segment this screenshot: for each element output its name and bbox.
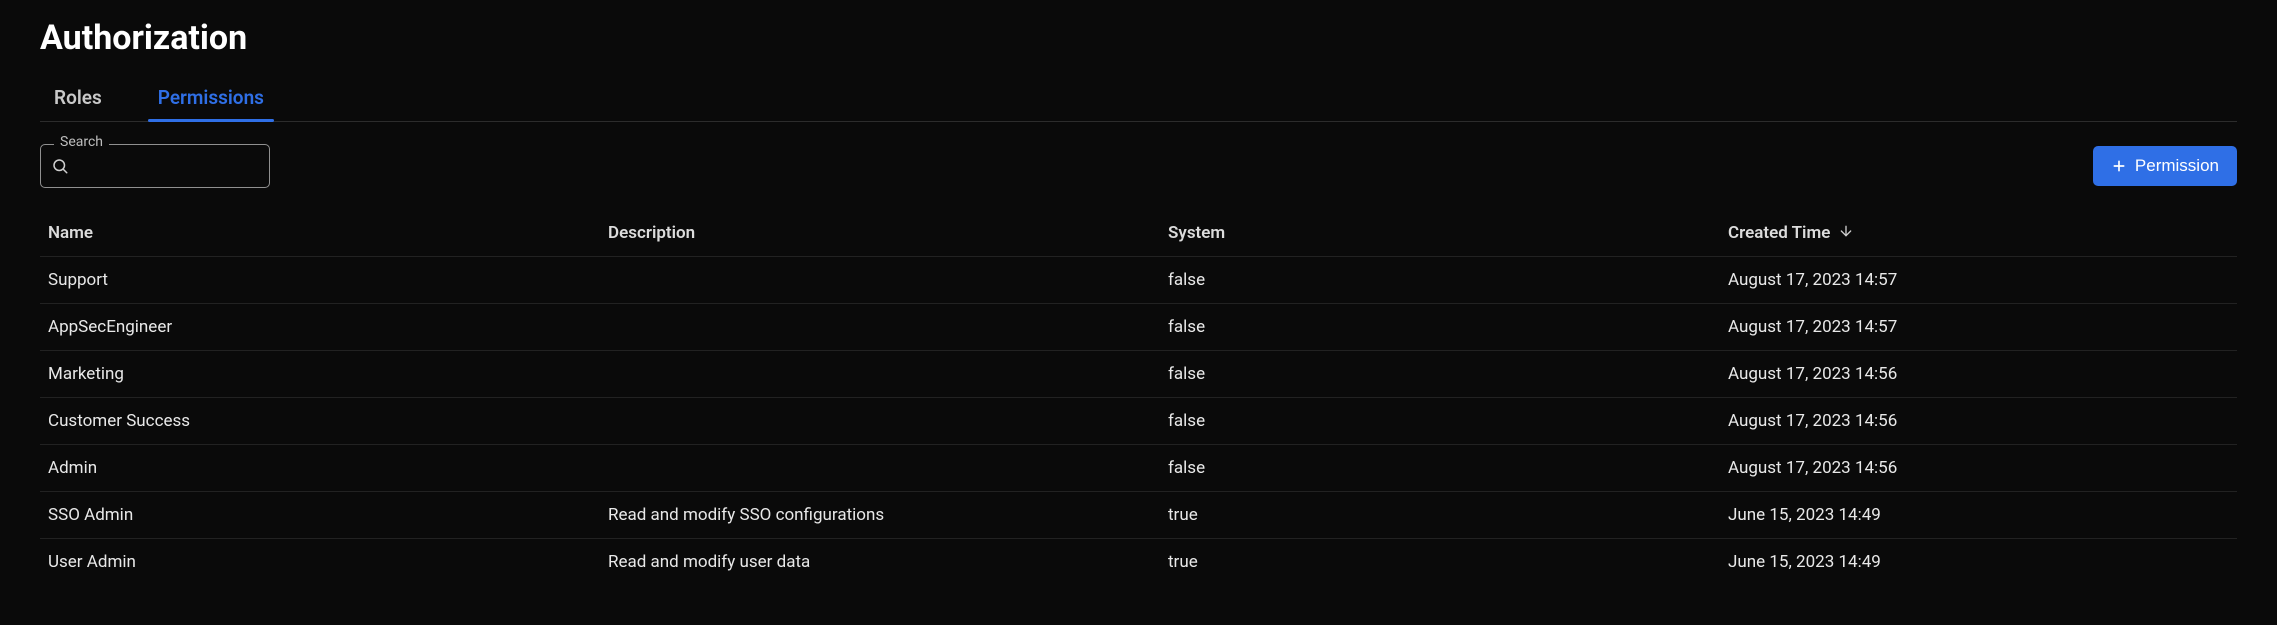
- table-row: AdminfalseAugust 17, 2023 14:56: [40, 444, 2237, 491]
- table-header: Name Description System Created Time: [40, 210, 2237, 256]
- search-field: Search: [40, 144, 270, 188]
- cell-actions: [2273, 311, 2277, 344]
- table-row: SSO AdminRead and modify SSO configurati…: [40, 491, 2237, 538]
- cell-name: User Admin: [40, 552, 600, 572]
- cell-description: Read and modify SSO configurations: [600, 505, 1160, 525]
- cell-created_time: June 15, 2023 14:49: [1720, 505, 2275, 525]
- tab-roles[interactable]: Roles: [44, 80, 112, 121]
- add-permission-button[interactable]: Permission: [2093, 146, 2237, 186]
- plus-icon: [2111, 158, 2127, 174]
- cell-actions: [2273, 452, 2277, 485]
- table-body: SupportfalseAugust 17, 2023 14:57AppSecE…: [40, 256, 2237, 585]
- table-row: User AdminRead and modify user datatrueJ…: [40, 538, 2237, 585]
- cell-created_time: August 17, 2023 14:56: [1720, 458, 2275, 478]
- permissions-table: Name Description System Created Time Sup…: [40, 210, 2237, 585]
- tabs: Roles Permissions: [40, 80, 2237, 121]
- cell-system: false: [1160, 317, 1720, 337]
- cell-name: Support: [40, 270, 600, 290]
- col-description[interactable]: Description: [600, 223, 1160, 243]
- page-title: Authorization: [40, 18, 2237, 58]
- cell-name: Marketing: [40, 364, 600, 384]
- cell-system: false: [1160, 458, 1720, 478]
- cell-actions: [2273, 358, 2277, 391]
- search-input[interactable]: [77, 156, 288, 176]
- cell-actions: [2273, 264, 2277, 297]
- cell-created_time: June 15, 2023 14:49: [1720, 552, 2275, 572]
- cell-created_time: August 17, 2023 14:56: [1720, 364, 2275, 384]
- cell-actions: [2273, 405, 2277, 438]
- table-row: SupportfalseAugust 17, 2023 14:57: [40, 256, 2237, 303]
- add-permission-label: Permission: [2135, 156, 2219, 176]
- search-icon: [51, 157, 69, 175]
- col-created-time[interactable]: Created Time: [1720, 223, 2275, 244]
- cell-system: false: [1160, 270, 1720, 290]
- cell-system: false: [1160, 411, 1720, 431]
- cell-name: Customer Success: [40, 411, 600, 431]
- col-created-time-label: Created Time: [1728, 223, 1830, 243]
- table-row: Customer SuccessfalseAugust 17, 2023 14:…: [40, 397, 2237, 444]
- cell-description: Read and modify user data: [600, 552, 1160, 572]
- col-system[interactable]: System: [1160, 223, 1720, 243]
- cell-system: false: [1160, 364, 1720, 384]
- col-name[interactable]: Name: [40, 223, 600, 243]
- cell-created_time: August 17, 2023 14:56: [1720, 411, 2275, 431]
- search-label: Search: [54, 134, 109, 150]
- cell-created_time: August 17, 2023 14:57: [1720, 317, 2275, 337]
- tab-permissions[interactable]: Permissions: [148, 80, 274, 121]
- cell-system: true: [1160, 552, 1720, 572]
- cell-name: Admin: [40, 458, 600, 478]
- table-row: AppSecEngineerfalseAugust 17, 2023 14:57: [40, 303, 2237, 350]
- tabs-underline: [40, 121, 2237, 122]
- table-row: MarketingfalseAugust 17, 2023 14:56: [40, 350, 2237, 397]
- cell-name: SSO Admin: [40, 505, 600, 525]
- cell-created_time: August 17, 2023 14:57: [1720, 270, 2275, 290]
- arrow-down-icon: [1838, 223, 1854, 244]
- cell-name: AppSecEngineer: [40, 317, 600, 337]
- cell-system: true: [1160, 505, 1720, 525]
